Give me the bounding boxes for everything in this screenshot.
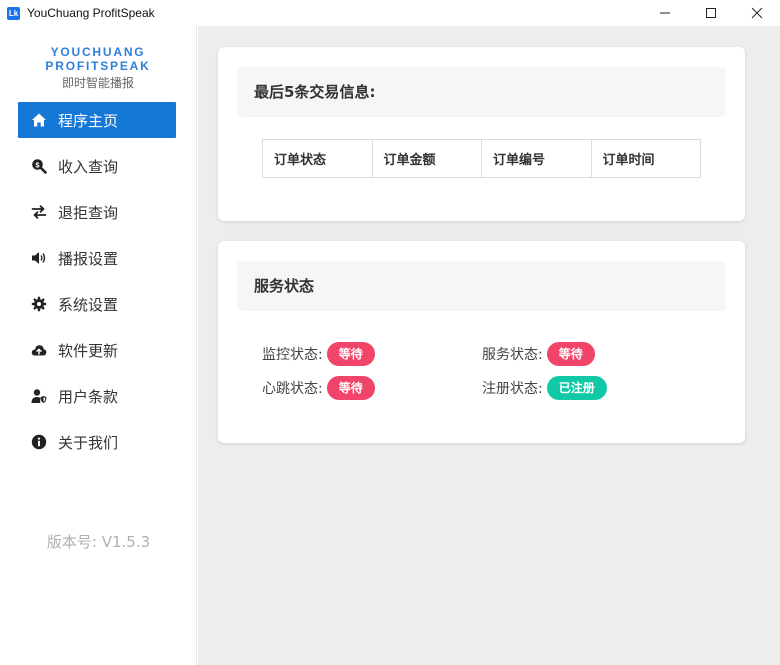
column-header-order-status: 订单状态 (262, 139, 373, 178)
status-row: 监控状态: 等待 服务状态: 等待 (262, 337, 702, 371)
brand-name-line1: YOUCHUANG (50, 45, 146, 59)
sidebar-item-label: 用户条款 (58, 387, 119, 406)
minimize-icon (660, 12, 670, 14)
cloud-upload-icon (30, 341, 48, 359)
sidebar: YOUCHUANG PROFITSPEAK 即时智能播报 程序主页 $ 收入查询… (0, 26, 197, 665)
sidebar-item-label: 收入查询 (58, 157, 119, 176)
service-status-grid: 监控状态: 等待 服务状态: 等待 心跳状态: 等待 注册状态: 已注册 (262, 337, 702, 405)
monitor-status-badge: 等待 (326, 342, 375, 366)
sidebar-item-refund-query[interactable]: 退拒查询 (18, 194, 176, 230)
user-shield-icon (30, 387, 48, 405)
sidebar-item-broadcast-settings[interactable]: 播报设置 (18, 240, 176, 276)
sidebar-item-label: 退拒查询 (58, 203, 119, 222)
sidebar-item-label: 关于我们 (58, 433, 119, 452)
sidebar-item-about-us[interactable]: 关于我们 (18, 424, 176, 460)
volume-icon (30, 249, 48, 267)
service-status-card: 服务状态 监控状态: 等待 服务状态: 等待 心跳状态: 等待 注册状态: 已注… (218, 241, 745, 443)
close-button[interactable] (734, 0, 780, 26)
sidebar-item-label: 程序主页 (58, 111, 119, 130)
service-status-label: 服务状态: (482, 347, 543, 363)
brand-name-line2: PROFITSPEAK (45, 59, 151, 73)
registration-status-badge: 已注册 (546, 376, 607, 400)
table-header-row: 订单状态 订单金额 订单编号 订单时间 (262, 139, 701, 178)
minimize-button[interactable] (642, 0, 688, 26)
sidebar-nav: 程序主页 $ 收入查询 退拒查询 播报设置 系统设置 软件更新 用户条款 关于我… (0, 102, 196, 460)
gear-icon (30, 295, 48, 313)
maximize-icon (706, 8, 716, 18)
info-icon (30, 433, 48, 451)
transactions-table: 订单状态 订单金额 订单编号 订单时间 (262, 139, 701, 178)
brand-subtitle: 即时智能播报 (61, 76, 134, 90)
column-header-order-amount: 订单金额 (371, 139, 482, 178)
title-bar: Lk YouChuang ProfitSpeak (0, 0, 780, 26)
window-controls (642, 0, 780, 26)
heartbeat-status: 心跳状态: 等待 (262, 376, 482, 400)
brand: YOUCHUANG PROFITSPEAK 即时智能播报 (0, 26, 196, 90)
transactions-title: 最后5条交易信息: (238, 67, 725, 115)
window-title: YouChuang ProfitSpeak (27, 6, 155, 20)
close-icon (751, 7, 763, 19)
sidebar-item-home[interactable]: 程序主页 (18, 102, 176, 138)
registration-status: 注册状态: 已注册 (482, 376, 702, 400)
status-row: 心跳状态: 等待 注册状态: 已注册 (262, 371, 702, 405)
sidebar-item-income-query[interactable]: $ 收入查询 (18, 148, 176, 184)
sidebar-item-label: 软件更新 (58, 341, 119, 360)
exchange-icon (30, 203, 48, 221)
sidebar-item-label: 系统设置 (58, 295, 119, 314)
column-header-order-number: 订单编号 (481, 139, 592, 178)
sidebar-item-label: 播报设置 (58, 249, 119, 268)
sidebar-item-system-settings[interactable]: 系统设置 (18, 286, 176, 322)
heartbeat-status-badge: 等待 (326, 376, 375, 400)
service-status-title: 服务状态 (238, 261, 725, 309)
monitor-status: 监控状态: 等待 (262, 342, 482, 366)
monitor-status-label: 监控状态: (262, 347, 323, 363)
service-status: 服务状态: 等待 (482, 342, 702, 366)
version-label: 版本号: V1.5.3 (46, 533, 151, 551)
registration-status-label: 注册状态: (482, 381, 543, 397)
main-content: 最后5条交易信息: 订单状态 订单金额 订单编号 订单时间 服务状态 监控状态:… (198, 26, 780, 665)
heartbeat-status-label: 心跳状态: (262, 381, 323, 397)
app-icon: Lk (7, 6, 20, 20)
service-status-badge: 等待 (546, 342, 595, 366)
search-dollar-icon: $ (30, 157, 48, 175)
home-icon (30, 111, 48, 129)
sidebar-item-software-update[interactable]: 软件更新 (18, 332, 176, 368)
maximize-button[interactable] (688, 0, 734, 26)
transactions-card: 最后5条交易信息: 订单状态 订单金额 订单编号 订单时间 (218, 47, 745, 221)
column-header-order-time: 订单时间 (590, 139, 701, 178)
sidebar-item-user-terms[interactable]: 用户条款 (18, 378, 176, 414)
